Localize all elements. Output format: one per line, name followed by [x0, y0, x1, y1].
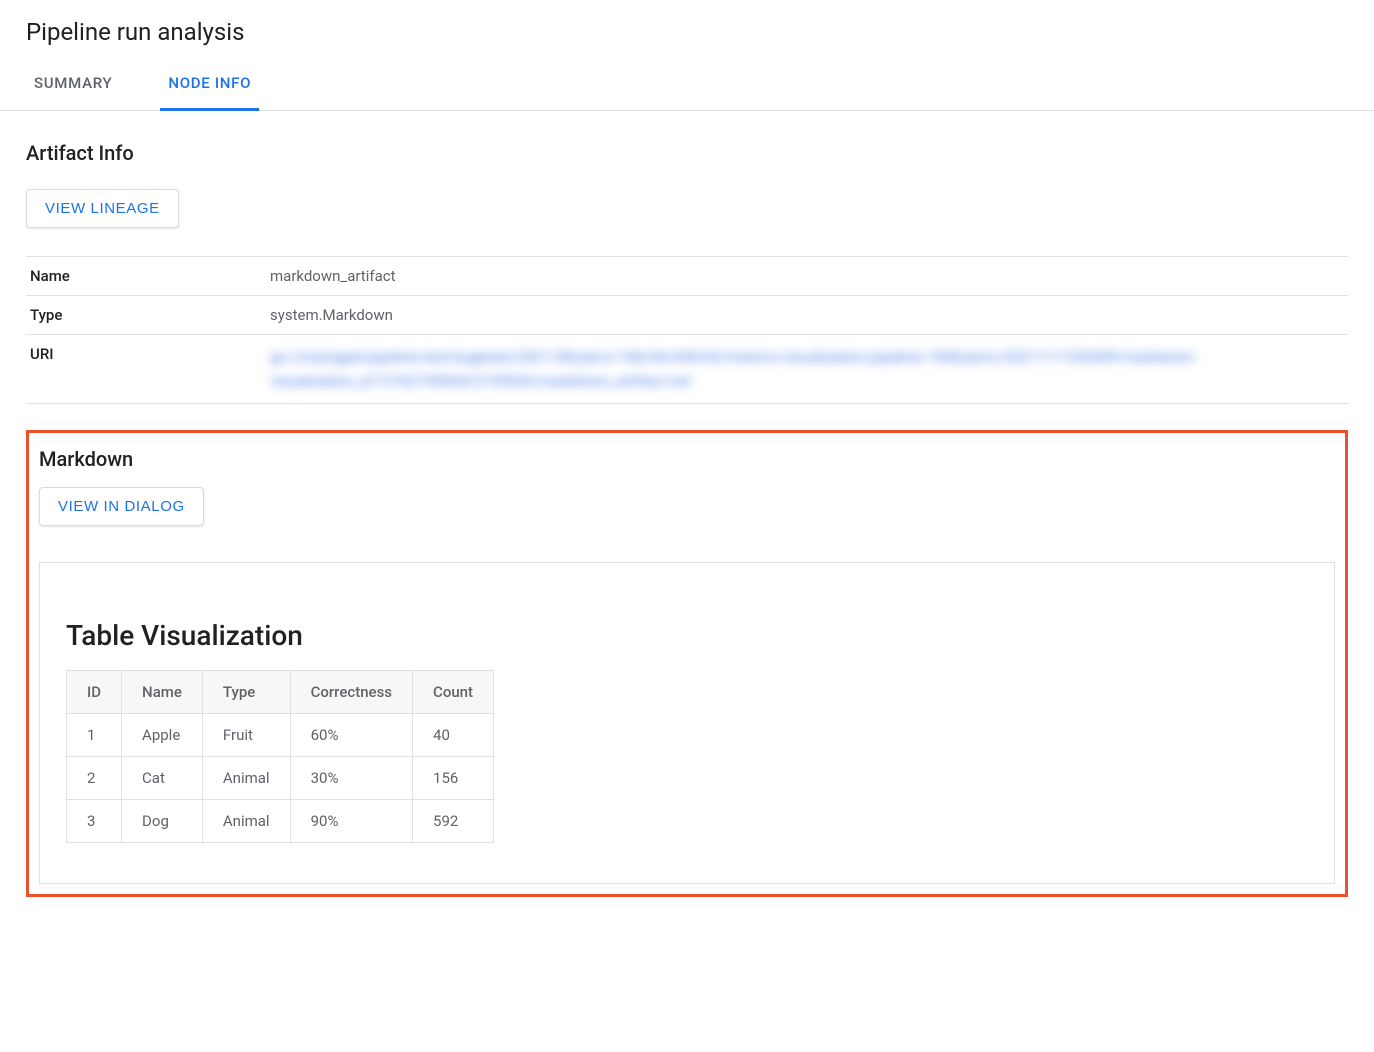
- artifact-type-value: system.Markdown: [266, 296, 1348, 335]
- artifact-uri-value[interactable]: gs://managed-pipeline-test-bugbash/2021/…: [266, 335, 1348, 404]
- col-type: Type: [202, 671, 290, 714]
- artifact-row-type: Type system.Markdown: [26, 296, 1348, 335]
- cell-type: Fruit: [202, 714, 290, 757]
- table-visualization-title: Table Visualization: [66, 619, 1308, 652]
- col-id: ID: [67, 671, 122, 714]
- artifact-name-label: Name: [26, 257, 266, 296]
- table-row: 2 Cat Animal 30% 156: [67, 757, 494, 800]
- col-count: Count: [413, 671, 494, 714]
- artifact-type-label: Type: [26, 296, 266, 335]
- markdown-title: Markdown: [39, 447, 1335, 471]
- artifact-uri-link[interactable]: gs://managed-pipeline-test-bugbash/2021/…: [270, 348, 1197, 390]
- artifact-row-uri: URI gs://managed-pipeline-test-bugbash/2…: [26, 335, 1348, 404]
- cell-id: 3: [67, 800, 122, 843]
- tab-bar: SUMMARY NODE INFO: [0, 58, 1374, 111]
- page-title: Pipeline run analysis: [26, 18, 1348, 46]
- cell-correctness: 60%: [290, 714, 412, 757]
- artifact-row-name: Name markdown_artifact: [26, 257, 1348, 296]
- markdown-render-box: Table Visualization ID Name Type Correct…: [39, 562, 1335, 884]
- tab-node-info[interactable]: NODE INFO: [160, 58, 259, 111]
- cell-count: 40: [413, 714, 494, 757]
- artifact-info-section: Artifact Info VIEW LINEAGE Name markdown…: [26, 141, 1348, 404]
- view-lineage-button[interactable]: VIEW LINEAGE: [26, 189, 179, 228]
- artifact-name-value: markdown_artifact: [266, 257, 1348, 296]
- cell-id: 1: [67, 714, 122, 757]
- view-in-dialog-button[interactable]: VIEW IN DIALOG: [39, 487, 204, 526]
- artifact-uri-label: URI: [26, 335, 266, 404]
- cell-id: 2: [67, 757, 122, 800]
- artifact-info-title: Artifact Info: [26, 141, 1348, 165]
- highlighted-region: Markdown VIEW IN DIALOG Table Visualizat…: [26, 430, 1348, 897]
- table-row: 1 Apple Fruit 60% 40: [67, 714, 494, 757]
- table-row: 3 Dog Animal 90% 592: [67, 800, 494, 843]
- cell-count: 156: [413, 757, 494, 800]
- markdown-section: Markdown VIEW IN DIALOG Table Visualizat…: [39, 447, 1335, 884]
- artifact-info-table: Name markdown_artifact Type system.Markd…: [26, 256, 1348, 404]
- cell-type: Animal: [202, 800, 290, 843]
- cell-correctness: 30%: [290, 757, 412, 800]
- col-correctness: Correctness: [290, 671, 412, 714]
- col-name: Name: [122, 671, 203, 714]
- visualization-table: ID Name Type Correctness Count 1 Apple F…: [66, 670, 494, 843]
- tab-summary[interactable]: SUMMARY: [26, 58, 120, 111]
- cell-count: 592: [413, 800, 494, 843]
- table-header-row: ID Name Type Correctness Count: [67, 671, 494, 714]
- cell-correctness: 90%: [290, 800, 412, 843]
- cell-name: Cat: [122, 757, 203, 800]
- cell-name: Apple: [122, 714, 203, 757]
- cell-name: Dog: [122, 800, 203, 843]
- cell-type: Animal: [202, 757, 290, 800]
